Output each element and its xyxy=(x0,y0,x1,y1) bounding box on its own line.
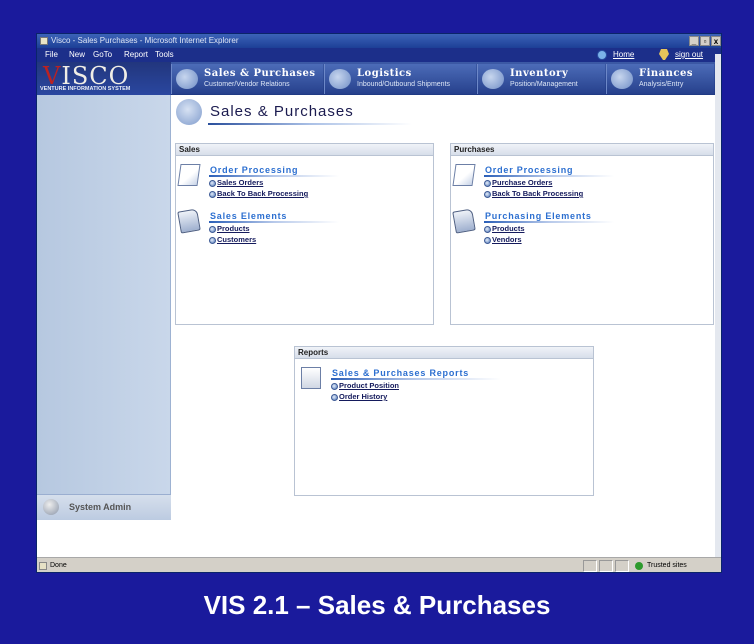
folder-icon xyxy=(452,208,476,234)
purchases-panel: Purchases Order Processing Purchase Orde… xyxy=(450,143,714,325)
folder-icon xyxy=(177,208,201,234)
logo-subtitle: VENTURE INFORMATION SYSTEM xyxy=(40,86,131,92)
home-link[interactable]: Home xyxy=(613,48,634,62)
users-icon xyxy=(43,499,59,515)
key-icon[interactable] xyxy=(659,49,669,60)
status-cell xyxy=(583,560,597,572)
order-history-link[interactable]: Order History xyxy=(331,392,387,401)
sidebar: System Admin xyxy=(37,95,171,520)
visco-logo: VISCO VENTURE INFORMATION SYSTEM xyxy=(37,62,171,95)
tab-subtitle: Customer/Vendor Relations xyxy=(204,81,290,88)
title-underline xyxy=(208,123,412,125)
tab-logistics[interactable]: Logistics Inbound/Outbound Shipments xyxy=(324,64,476,94)
vendors-link[interactable]: Vendors xyxy=(484,235,522,244)
reports-panel: Reports Sales & Purchases Reports Produc… xyxy=(294,346,594,496)
tab-title: Logistics xyxy=(357,68,412,79)
tab-title: Inventory xyxy=(510,68,569,79)
tab-inventory[interactable]: Inventory Position/Management xyxy=(477,64,605,94)
gears-icon xyxy=(176,69,198,89)
tab-subtitle: Inbound/Outbound Shipments xyxy=(357,81,451,88)
sign-out-link[interactable]: sign out xyxy=(675,48,703,62)
report-icon xyxy=(301,367,321,389)
group-underline xyxy=(209,175,339,177)
boxes-icon xyxy=(482,69,504,89)
group-order-processing: Order Processing Sales Orders Back To Ba… xyxy=(177,164,429,198)
tab-finances[interactable]: Finances Analysis/Entry xyxy=(606,64,714,94)
group-title: Sales & Purchases Reports xyxy=(332,368,470,378)
menu-goto[interactable]: GoTo xyxy=(93,48,112,62)
menu-report[interactable]: Report xyxy=(124,48,148,62)
panel-header: Reports xyxy=(295,347,593,359)
products-link[interactable]: Products xyxy=(484,224,525,233)
group-title: Purchasing Elements xyxy=(485,211,592,221)
group-order-processing: Order Processing Purchase Orders Back To… xyxy=(452,164,709,198)
browser-window: Visco - Sales Purchases - Microsoft Inte… xyxy=(36,33,722,573)
status-text: Done xyxy=(50,562,67,569)
tab-title: Sales & Purchases xyxy=(204,68,316,79)
menu-new[interactable]: New xyxy=(69,48,85,62)
group-title: Order Processing xyxy=(485,165,574,175)
globe-icon xyxy=(329,69,351,89)
back-to-back-processing-link[interactable]: Back To Back Processing xyxy=(484,189,583,198)
menu-file[interactable]: File xyxy=(45,48,58,62)
menu-bar: File New GoTo Report Tools Home sign out xyxy=(37,48,721,62)
sales-orders-link[interactable]: Sales Orders xyxy=(209,178,263,187)
page-title: Sales & Purchases xyxy=(210,103,354,120)
chart-icon xyxy=(611,69,633,89)
group-underline xyxy=(331,378,501,380)
tab-sales-purchases[interactable]: Sales & Purchases Customer/Vendor Relati… xyxy=(171,64,323,94)
group-title: Order Processing xyxy=(210,165,299,175)
status-cell xyxy=(615,560,629,572)
status-cell xyxy=(599,560,613,572)
menu-tools[interactable]: Tools xyxy=(155,48,174,62)
trusted-sites-icon xyxy=(635,562,643,570)
tab-title: Finances xyxy=(639,68,693,79)
sales-panel: Sales Order Processing Sales Orders Back… xyxy=(175,143,434,325)
document-icon xyxy=(452,164,476,186)
main-content: Sales & Purchases Sales Order Processing… xyxy=(172,95,721,520)
window-title: Visco - Sales Purchases - Microsoft Inte… xyxy=(51,36,239,45)
close-button[interactable]: x xyxy=(711,36,721,46)
group-purchasing-elements: Purchasing Elements Products Vendors xyxy=(452,208,709,244)
maximize-button[interactable]: ▫ xyxy=(700,36,710,46)
title-bar: Visco - Sales Purchases - Microsoft Inte… xyxy=(37,34,721,48)
group-underline xyxy=(484,221,614,223)
logo-wordmark: VISCO xyxy=(43,62,130,90)
banner: VISCO VENTURE INFORMATION SYSTEM Sales &… xyxy=(37,62,721,95)
group-underline xyxy=(484,175,614,177)
page-icon xyxy=(39,562,47,570)
customers-link[interactable]: Customers xyxy=(209,235,256,244)
panel-header: Sales xyxy=(176,144,433,156)
group-underline xyxy=(209,221,339,223)
products-link[interactable]: Products xyxy=(209,224,250,233)
product-position-link[interactable]: Product Position xyxy=(331,381,399,390)
panel-header: Purchases xyxy=(451,144,713,156)
group-sales-purchases-reports: Sales & Purchases Reports Product Positi… xyxy=(301,367,591,401)
document-icon xyxy=(177,164,201,186)
gears-icon xyxy=(176,99,202,125)
minimize-button[interactable]: _ xyxy=(689,36,699,46)
slide-caption: VIS 2.1 – Sales & Purchases xyxy=(203,590,551,620)
zone-text: Trusted sites xyxy=(647,562,687,569)
tab-subtitle: Position/Management xyxy=(510,81,578,88)
sidebar-item-system-admin[interactable]: System Admin xyxy=(37,494,171,520)
back-to-back-processing-link[interactable]: Back To Back Processing xyxy=(209,189,308,198)
home-icon[interactable] xyxy=(597,50,607,60)
ie-icon xyxy=(40,37,48,45)
group-title: Sales Elements xyxy=(210,211,288,221)
group-sales-elements: Sales Elements Products Customers xyxy=(177,208,429,244)
tab-subtitle: Analysis/Entry xyxy=(639,81,684,88)
vertical-scrollbar[interactable] xyxy=(715,54,721,572)
purchase-orders-link[interactable]: Purchase Orders xyxy=(484,178,552,187)
sidebar-item-label: System Admin xyxy=(69,502,132,512)
status-bar: Done Trusted sites xyxy=(37,557,721,572)
